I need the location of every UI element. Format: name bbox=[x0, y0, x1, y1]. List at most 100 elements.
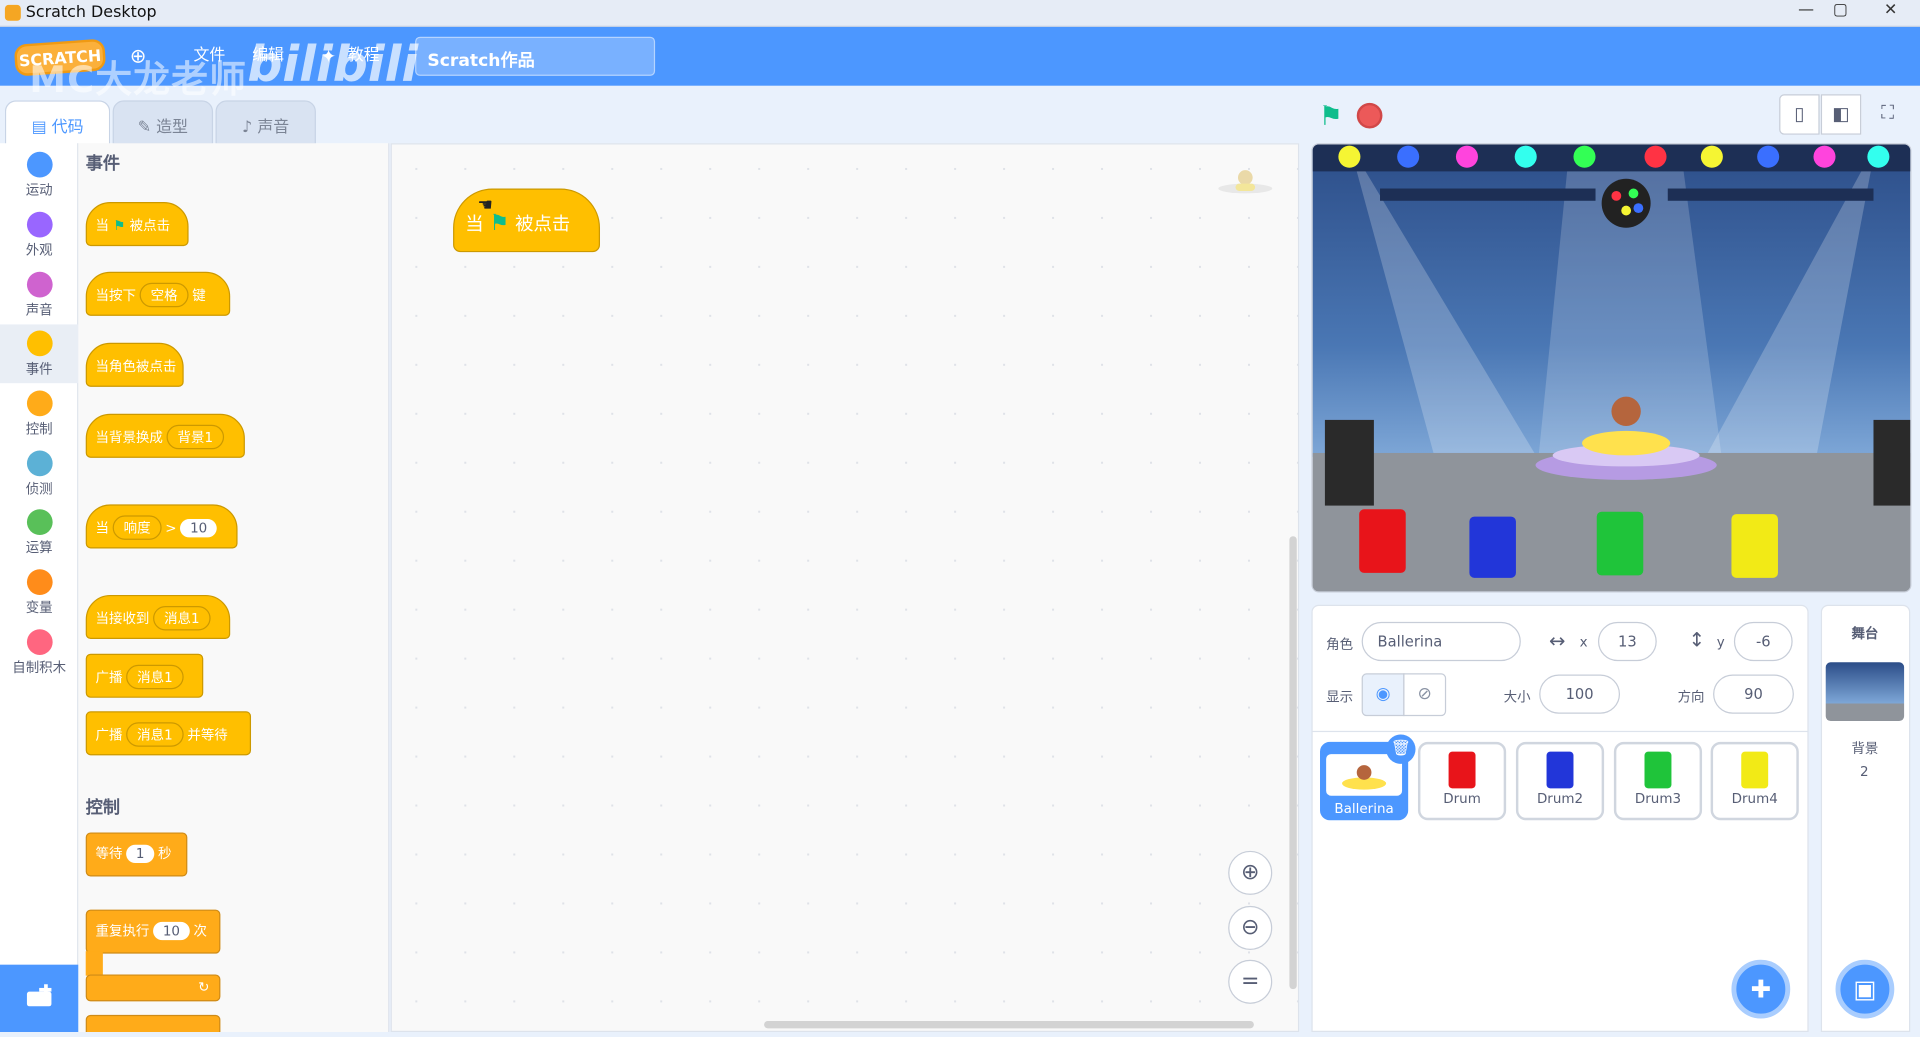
fullscreen-button[interactable]: ⛶ bbox=[1867, 94, 1907, 134]
tab-code[interactable]: ▤ 代码 bbox=[4, 100, 111, 146]
wait-seconds-input[interactable]: 1 bbox=[126, 844, 155, 864]
block-when-backdrop-switches[interactable]: 当背景换成 背景1 bbox=[85, 413, 245, 458]
direction-input[interactable]: 90 bbox=[1713, 674, 1794, 714]
brush-icon: ✎ bbox=[137, 118, 157, 138]
close-window-button[interactable]: ✕ bbox=[1866, 0, 1915, 24]
block-when-loudness[interactable]: 当响度 >10 bbox=[85, 504, 238, 549]
hide-sprite-button[interactable]: ⊘ bbox=[1403, 673, 1447, 717]
category-motion[interactable]: 运动 bbox=[0, 146, 78, 205]
sprite-tile-drum3[interactable]: Drum3 bbox=[1613, 741, 1703, 821]
key-dropdown[interactable]: 空格 bbox=[139, 282, 189, 308]
block-repeat[interactable]: 重复执行 10 次 bbox=[85, 909, 221, 954]
window-title: Scratch Desktop bbox=[25, 3, 157, 23]
sound-dot-icon bbox=[26, 271, 53, 298]
delete-sprite-button[interactable]: 🗑 bbox=[1386, 734, 1416, 764]
minimize-button[interactable]: — bbox=[1790, 0, 1822, 24]
broadcast-wait-dropdown[interactable]: 消息1 bbox=[126, 722, 184, 747]
green-flag-button[interactable]: ⚑ bbox=[1319, 102, 1343, 133]
category-sensing[interactable]: 侦测 bbox=[0, 444, 78, 503]
category-sound[interactable]: 声音 bbox=[0, 266, 78, 325]
add-backdrop-button[interactable]: ▣ bbox=[1835, 959, 1895, 1019]
drum2-thumbnail bbox=[1546, 751, 1574, 789]
category-looks[interactable]: 外观 bbox=[0, 206, 78, 265]
x-label: x bbox=[1579, 634, 1588, 651]
workspace-vertical-scrollbar[interactable] bbox=[1289, 536, 1297, 990]
watermark-text: MC大龙老师 bbox=[29, 58, 248, 102]
zoom-reset-button[interactable]: = bbox=[1228, 959, 1273, 1004]
normal-stage-button[interactable]: ◧ bbox=[1820, 94, 1862, 135]
stage-label: 舞台 bbox=[1851, 625, 1879, 642]
repeat-loop-arrow-icon: ↻ bbox=[85, 974, 221, 1002]
drum-thumbnail bbox=[1448, 751, 1476, 789]
zoom-out-button[interactable]: ⊖ bbox=[1228, 905, 1273, 950]
small-stage-button[interactable]: ▯ bbox=[1779, 94, 1820, 135]
speaker-icon: ♪ bbox=[242, 118, 258, 138]
operators-dot-icon bbox=[26, 509, 53, 535]
sprite-tile-drum4[interactable]: Drum4 bbox=[1710, 741, 1799, 821]
block-wait[interactable]: 等待 1 秒 bbox=[85, 832, 188, 877]
app-icon bbox=[4, 4, 21, 21]
block-when-sprite-clicked[interactable]: 当角色被点击 bbox=[85, 342, 184, 387]
x-position-input[interactable]: 13 bbox=[1597, 621, 1657, 662]
control-heading: 控制 bbox=[85, 798, 121, 818]
project-title-input[interactable]: Scratch作品 bbox=[415, 36, 656, 76]
script-workspace[interactable] bbox=[390, 143, 1300, 1033]
category-events[interactable]: 事件 bbox=[0, 324, 79, 384]
script-when-flag-clicked[interactable]: 当 ⚑ 被点击 bbox=[453, 188, 601, 253]
y-position-input[interactable]: -6 bbox=[1733, 621, 1793, 662]
block-broadcast-and-wait[interactable]: 广播 消息1 并等待 bbox=[85, 711, 252, 756]
size-input[interactable]: 100 bbox=[1539, 674, 1621, 714]
window-title-bar: Scratch Desktop — ▢ ✕ bbox=[0, 0, 1920, 27]
variables-dot-icon bbox=[26, 569, 53, 595]
image-plus-icon: ▣ bbox=[1853, 974, 1877, 1004]
tab-sounds[interactable]: ♪ 声音 bbox=[215, 100, 316, 145]
stop-button[interactable] bbox=[1356, 102, 1383, 129]
category-control[interactable]: 控制 bbox=[0, 384, 78, 443]
green-flag-icon: ⚑ bbox=[113, 217, 126, 234]
zoom-in-button[interactable]: ⊕ bbox=[1228, 850, 1273, 895]
drum3-thumbnail bbox=[1644, 751, 1672, 789]
block-when-receive[interactable]: 当接收到 消息1 bbox=[85, 594, 231, 640]
block-when-key-pressed[interactable]: 当按下 空格键 bbox=[85, 271, 231, 316]
stage-canvas[interactable] bbox=[1311, 143, 1912, 593]
hand-cursor-icon: ☚ bbox=[477, 195, 493, 216]
block-palette: 事件 当 ⚑ 被点击 当按下 空格键 当角色被点击 当背景换成 背景1 当响度 >10… bbox=[78, 143, 390, 1033]
broadcast-dropdown[interactable]: 消息1 bbox=[126, 664, 184, 690]
x-arrows-icon: ↔ bbox=[1548, 629, 1566, 653]
add-extension-button[interactable] bbox=[0, 964, 79, 1033]
sprite-name-input[interactable]: Ballerina bbox=[1361, 621, 1521, 662]
category-menu: 运动 外观 声音 事件 控制 侦测 运算 变量 自制积木 bbox=[0, 143, 79, 1033]
receive-message-dropdown[interactable]: 消息1 bbox=[153, 605, 211, 631]
stage-scene bbox=[1312, 144, 1911, 592]
y-arrows-icon: ↕ bbox=[1688, 628, 1706, 652]
category-variables[interactable]: 变量 bbox=[0, 563, 78, 622]
tab-costumes[interactable]: ✎ 造型 bbox=[112, 100, 214, 145]
motion-dot-icon bbox=[26, 151, 53, 178]
sensor-dropdown[interactable]: 响度 bbox=[112, 515, 162, 540]
block-broadcast[interactable]: 广播 消息1 bbox=[85, 653, 204, 698]
myblocks-dot-icon bbox=[26, 629, 53, 655]
workspace-horizontal-scrollbar[interactable] bbox=[764, 1020, 1254, 1029]
y-label: y bbox=[1716, 634, 1725, 651]
category-my-blocks[interactable]: 自制积木 bbox=[0, 623, 78, 682]
events-heading: 事件 bbox=[85, 154, 121, 174]
sprite-tile-drum2[interactable]: Drum2 bbox=[1515, 741, 1605, 821]
loudness-value-input[interactable]: 10 bbox=[180, 519, 218, 538]
backdrops-count: 2 bbox=[1860, 763, 1869, 780]
sprite-tile-drum[interactable]: Drum bbox=[1417, 741, 1507, 821]
repeat-count-input[interactable]: 10 bbox=[153, 921, 190, 941]
divider bbox=[1311, 730, 1809, 733]
sprite-label: 角色 bbox=[1326, 636, 1354, 653]
block-when-flag-clicked[interactable]: 当 ⚑ 被点击 bbox=[85, 201, 189, 247]
drum4-thumbnail bbox=[1741, 751, 1769, 789]
block-forever-partial[interactable] bbox=[85, 1014, 221, 1033]
show-sprite-button[interactable]: ◉ bbox=[1361, 673, 1405, 717]
add-sprite-button[interactable]: ✚ bbox=[1731, 959, 1791, 1019]
menu-bar: SCRATCH ⊕ 文件 编辑 ✦ 教程 MC大龙老师 bilibili Scr… bbox=[0, 26, 1920, 102]
maximize-button[interactable]: ▢ bbox=[1825, 0, 1857, 24]
category-operators[interactable]: 运算 bbox=[0, 503, 78, 562]
stage-thumbnail[interactable] bbox=[1825, 662, 1905, 722]
backdrop-dropdown[interactable]: 背景1 bbox=[166, 424, 225, 450]
control-dot-icon bbox=[26, 390, 53, 417]
backdrops-label: 背景 bbox=[1851, 740, 1879, 757]
